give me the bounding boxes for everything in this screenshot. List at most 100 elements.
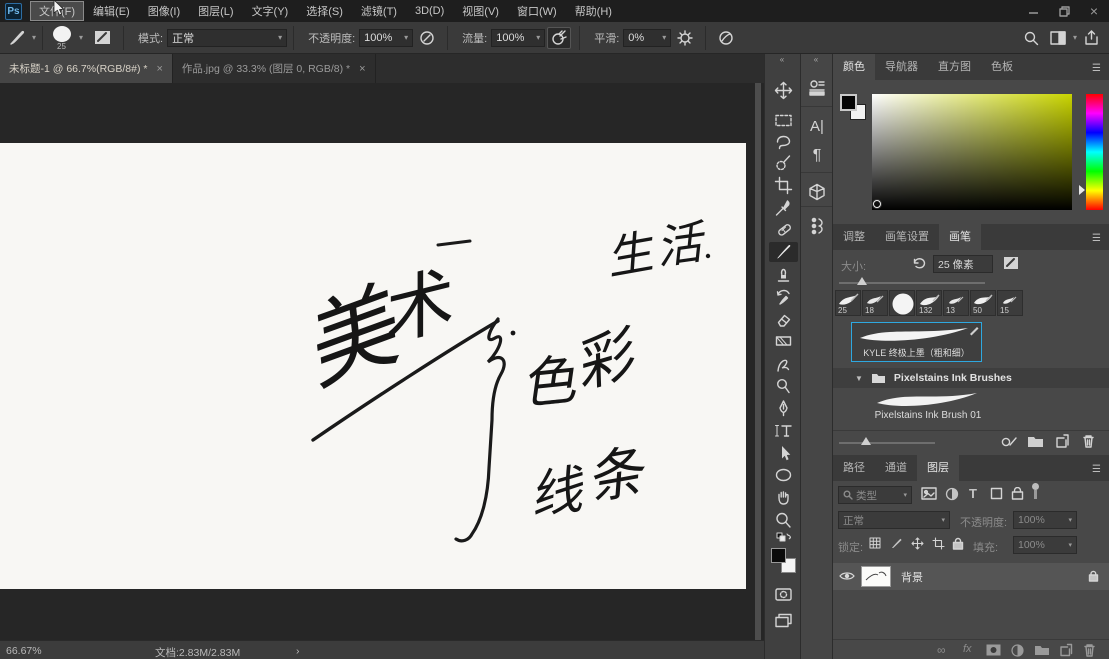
dock-collapse-icon[interactable]: « [801,55,832,64]
menu-window[interactable]: 窗口(W) [508,1,566,21]
smudge-tool[interactable] [769,354,798,374]
tab-color[interactable]: 颜色 [833,53,875,80]
tab-close-icon[interactable]: × [359,63,365,75]
color-saturation-field[interactable] [872,94,1072,210]
libraries-panel-icon[interactable] [804,76,830,100]
document-tab-untitled[interactable]: 未标题-1 @ 66.7%(RGB/8#) * × [0,54,173,83]
eyedropper-tool[interactable] [769,198,798,218]
status-arrow-icon[interactable]: › [296,645,300,657]
tab-brush-settings[interactable]: 画笔设置 [875,223,939,250]
new-layer-icon[interactable] [1059,643,1073,657]
toolbar-collapse-icon[interactable]: « [765,55,800,64]
stroke-preview-toggle-icon[interactable] [999,435,1018,449]
brush-settings-toggle-icon[interactable] [1003,256,1020,271]
restore-button[interactable] [1049,0,1079,22]
menu-view[interactable]: 视图(V) [453,1,508,21]
tab-layers[interactable]: 图层 [917,454,959,481]
tab-histogram[interactable]: 直方图 [928,53,981,80]
smoothing-options-gear-button[interactable] [673,27,697,49]
hue-slider-arrow-icon[interactable] [1079,185,1085,195]
panel-menu-icon[interactable]: ☰ [1084,228,1109,250]
brush-preset-round[interactable] [889,290,915,316]
adjustment-layer-icon[interactable] [1011,644,1024,657]
document-canvas[interactable]: 美 术 生 活 色 彩 线 条 [0,143,746,589]
layers-opacity-field[interactable]: 100%▾ [1013,511,1077,529]
3d-panel-icon[interactable] [804,180,830,204]
color-field-selector[interactable] [873,200,881,208]
eraser-tool[interactable] [769,309,798,329]
fill-field[interactable]: 100%▾ [1013,536,1077,554]
close-button[interactable]: × [1079,0,1109,22]
new-brush-icon[interactable] [1055,434,1070,449]
menu-edit[interactable]: 编辑(E) [84,1,139,21]
tab-channels[interactable]: 通道 [875,454,917,481]
tool-preset-caret-icon[interactable]: ▾ [32,33,36,42]
layer-row-background[interactable]: 背景 [833,563,1109,590]
blend-mode-dropdown[interactable]: 正常▾ [167,29,287,47]
tab-close-icon[interactable]: × [156,63,162,75]
spot-healing-brush-tool[interactable] [769,220,798,240]
type-tool[interactable] [769,420,798,440]
brush-preset-15[interactable]: 15 [997,290,1023,316]
pen-tool[interactable] [769,398,798,418]
filter-pixel-layers-icon[interactable] [921,487,937,500]
lock-position-icon[interactable] [911,537,924,550]
selected-brush-tile[interactable]: KYLE 终极上墨（粗和细） [851,322,982,362]
brush-tool[interactable] [769,242,798,262]
tab-navigator[interactable]: 导航器 [875,53,928,80]
quick-mask-button[interactable] [769,584,798,604]
reset-size-icon[interactable] [911,256,926,270]
brush-item[interactable]: Pixelstains Ink Brush 01 [833,388,1109,428]
document-tab-artwork[interactable]: 作品.jpg @ 33.3% (图层 0, RGB/8) * × [173,54,376,83]
menu-select[interactable]: 选择(S) [297,1,352,21]
hand-tool[interactable] [769,487,798,507]
hue-slider[interactable] [1086,94,1103,210]
history-brush-tool[interactable] [769,287,798,307]
screen-mode-button[interactable] [769,610,798,630]
menu-help[interactable]: 帮助(H) [566,1,621,21]
foreground-swatch[interactable] [840,94,857,111]
dodge-tool[interactable] [769,376,798,396]
layer-visibility-eye-icon[interactable] [839,570,855,582]
stroke-preview-slider-thumb[interactable] [861,437,871,445]
clone-stamp-tool[interactable] [769,265,798,285]
filter-toggle-pin-icon[interactable] [1032,483,1039,490]
gradient-tool[interactable] [769,331,798,351]
new-group-folder-icon[interactable] [1027,435,1044,448]
add-mask-icon[interactable] [986,644,1001,656]
chevron-down-icon[interactable]: ▼ [855,374,863,383]
path-selection-tool[interactable] [769,443,798,463]
tab-paths[interactable]: 路径 [833,454,875,481]
workspace-switcher-button[interactable] [1047,27,1071,49]
default-colors-icon[interactable] [769,532,798,544]
panel-menu-icon[interactable]: ☰ [1084,58,1109,80]
brush-preset-132[interactable]: 132 [916,290,942,316]
link-layers-icon[interactable]: ∞ [937,643,946,657]
filter-shape-layers-icon[interactable] [990,487,1003,500]
filter-smart-objects-icon[interactable] [1011,487,1024,500]
tool-preset-brush-button[interactable] [6,27,30,49]
lasso-tool[interactable] [769,131,798,151]
toggle-brush-settings-button[interactable] [91,27,115,49]
lock-artboard-icon[interactable] [932,537,945,550]
crop-tool[interactable] [769,175,798,195]
zoom-tool[interactable] [769,510,798,530]
brush-preset-25[interactable]: 25 [835,290,861,316]
brush-size-field[interactable]: 25 像素 [933,255,993,273]
pressure-opacity-button[interactable] [415,27,439,49]
layer-style-fx-icon[interactable]: fx [963,643,972,655]
brush-preset-18[interactable]: 18 [862,290,888,316]
menu-image[interactable]: 图像(I) [139,1,189,21]
brush-group-row[interactable]: ▼ Pixelstains Ink Brushes [833,368,1109,388]
blend-mode-dropdown-layers[interactable]: 正常▾ [838,511,950,529]
menu-filter[interactable]: 滤镜(T) [352,1,406,21]
brush-size-slider-thumb[interactable] [857,277,867,285]
foreground-background-swatches[interactable] [771,548,797,576]
menu-layer[interactable]: 图层(L) [189,1,242,21]
tab-adjustments[interactable]: 调整 [833,223,875,250]
flow-dropdown[interactable]: 100%▾ [491,29,545,47]
quick-selection-tool[interactable] [769,153,798,173]
airbrush-button[interactable] [547,27,571,49]
delete-brush-trash-icon[interactable] [1082,434,1095,448]
brush-preset-50[interactable]: 50 [970,290,996,316]
